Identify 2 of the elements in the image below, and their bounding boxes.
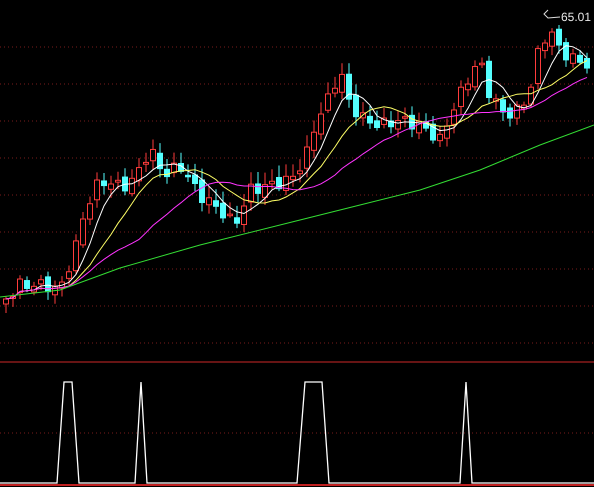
leader-line [543, 10, 560, 19]
price-label: 65.01 [561, 10, 592, 24]
